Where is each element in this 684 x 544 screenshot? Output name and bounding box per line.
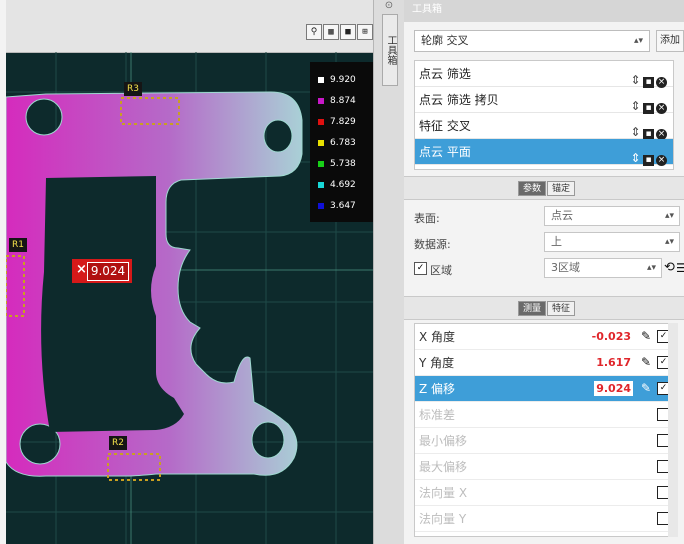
measurement-row[interactable]: 最大偏移	[415, 454, 677, 480]
measurement-row[interactable]: Y 角度 1.617 ✎ ✓	[415, 350, 677, 376]
feature-type-value: 轮廓 交叉	[421, 34, 469, 47]
delete-icon[interactable]: ×	[656, 155, 667, 166]
legend-entry: 9.920	[318, 74, 356, 86]
legend-swatch	[318, 181, 324, 188]
panel-title: 工具箱	[404, 0, 684, 22]
legend-entry: 3.647	[318, 200, 356, 212]
grid-icon[interactable]: ▦	[323, 24, 339, 40]
reorder-icon[interactable]: ⇕	[630, 100, 641, 112]
pin-icon[interactable]: ✎	[641, 329, 651, 344]
region-label-r3: R3	[124, 82, 142, 96]
measurement-value: 9.024	[87, 262, 129, 281]
region-select[interactable]: 3区域 ▴▾	[544, 258, 662, 278]
reset-icon[interactable]: ⟲	[664, 258, 675, 278]
measurement-value: 9.024	[594, 381, 633, 396]
operation-list: 点云 筛选 ⇕ ▪ × 点云 筛选 拷贝 ⇕ ▪ × 特征 交叉 ⇕ ▪ × 点云 平面 ⇕…	[414, 60, 674, 170]
operation-item[interactable]: 特征 交叉 ⇕ ▪ ×	[415, 113, 673, 140]
legend-swatch	[318, 97, 324, 104]
fit-view-icon[interactable]: ⊞	[357, 24, 373, 40]
reorder-icon[interactable]: ⇕	[630, 126, 641, 138]
viewport-toolbar: ⚲ ▦ ■ ⊞	[6, 0, 373, 53]
measurement-row[interactable]: 法向量 Y	[415, 506, 677, 532]
copy-icon[interactable]: ▪	[643, 155, 654, 166]
operation-item[interactable]: 点云 筛选 拷贝 ⇕ ▪ ×	[415, 87, 673, 114]
operation-item[interactable]: 点云 筛选 ⇕ ▪ ×	[415, 61, 673, 88]
region-label-r2: R2	[109, 436, 127, 450]
legend-swatch	[318, 139, 324, 146]
pin-icon[interactable]: ✎	[641, 355, 651, 370]
feature-type-select[interactable]: 轮廓 交叉 ▴▾	[414, 30, 650, 52]
color-legend: 9.920 8.874 7.829 6.783 5.738 4.692 3.64…	[310, 62, 373, 222]
tab-anchor[interactable]: 锚定	[547, 181, 575, 196]
measurement-row[interactable]: X 角度 -0.023 ✎ ✓	[415, 324, 677, 350]
measurement-scrollbar[interactable]	[668, 323, 678, 537]
settings-tabbar: 参数 锚定	[404, 176, 684, 200]
surface-label: 表面:	[414, 212, 440, 225]
axes-icon[interactable]: ⚲	[306, 24, 322, 40]
tab-params[interactable]: 参数	[518, 181, 546, 196]
measurement-row[interactable]: 标准差	[415, 402, 677, 428]
legend-entry: 8.874	[318, 95, 356, 107]
reorder-icon[interactable]: ⇕	[630, 152, 641, 164]
measurement-row[interactable]: 法向量 X	[415, 480, 677, 506]
collapse-icon[interactable]: ⊙	[382, 0, 396, 12]
measurement-value: 1.617	[594, 355, 633, 370]
legend-swatch	[318, 160, 324, 167]
view-cube-icon[interactable]: ■	[340, 24, 356, 40]
data-source-label: 数据源:	[414, 238, 451, 251]
region-label: 区域	[430, 264, 452, 277]
measurement-list: X 角度 -0.023 ✎ ✓ Y 角度 1.617 ✎ ✓ Z 偏移 9.02…	[414, 323, 678, 537]
panel-splitter[interactable]: ⊙ 工具箱	[373, 0, 406, 544]
legend-swatch	[318, 202, 324, 209]
output-tabbar: 测量 特征	[404, 296, 684, 320]
list-icon[interactable]: ☰	[676, 258, 684, 278]
data-source-select[interactable]: 上 ▴▾	[544, 232, 680, 252]
legend-swatch	[318, 118, 324, 125]
tab-feature[interactable]: 特征	[547, 301, 575, 316]
legend-entry: 6.783	[318, 137, 356, 149]
surface-select[interactable]: 点云 ▴▾	[544, 206, 680, 226]
toolbox-side-tab[interactable]: 工具箱	[382, 14, 398, 86]
chevron-updown-icon: ▴▾	[633, 36, 643, 46]
add-button[interactable]: 添加	[656, 30, 684, 52]
measurement-row-selected[interactable]: Z 偏移 9.024 ✎ ✓	[415, 376, 677, 402]
region-label-r1: R1	[9, 238, 27, 252]
chevron-updown-icon: ▴▾	[664, 237, 674, 247]
region-checkbox[interactable]: ✓	[414, 262, 427, 275]
legend-entry: 7.829	[318, 116, 356, 128]
chevron-updown-icon: ▴▾	[646, 263, 656, 273]
operation-item-selected[interactable]: 点云 平面 ⇕ ▪ ×	[415, 139, 673, 166]
legend-swatch	[318, 76, 324, 83]
reorder-icon[interactable]: ⇕	[630, 74, 641, 86]
close-icon[interactable]: ×	[76, 262, 87, 277]
measurement-callout[interactable]: × 9.024	[72, 259, 132, 283]
pin-icon[interactable]: ✎	[641, 381, 651, 396]
measurement-row[interactable]: 最小偏移	[415, 428, 677, 454]
tool-panel: 工具箱 轮廓 交叉 ▴▾ 添加 点云 筛选 ⇕ ▪ × 点云 筛选 拷贝 ⇕ ▪ × 特…	[404, 0, 684, 544]
measurement-value: -0.023	[589, 329, 633, 344]
legend-entry: 5.738	[318, 158, 356, 170]
chevron-updown-icon: ▴▾	[664, 211, 674, 221]
legend-entry: 4.692	[318, 179, 356, 191]
tab-measure[interactable]: 测量	[518, 301, 546, 316]
3d-viewport[interactable]: ⚲ ▦ ■ ⊞ R3 R1 R2 × 9.024 9.920 8.874 7.8…	[6, 0, 373, 544]
